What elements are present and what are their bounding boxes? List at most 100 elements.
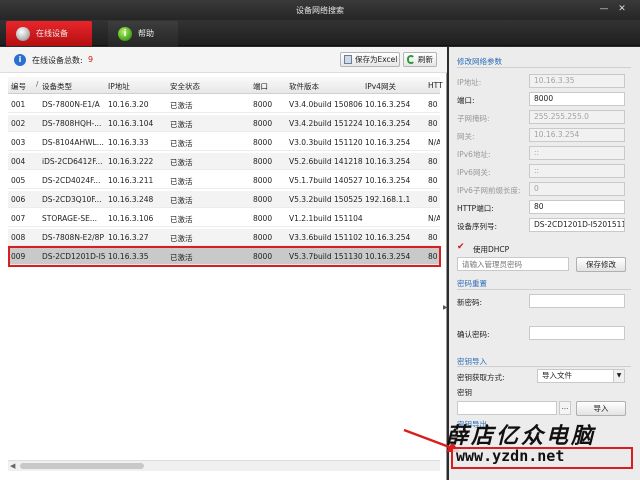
minimize-button[interactable]: — <box>598 4 610 15</box>
close-button[interactable]: ✕ <box>616 4 628 15</box>
network-field-input: 10.16.3.35 <box>529 74 625 88</box>
cell-gateway: 10.16.3.254 <box>365 157 411 166</box>
network-field-input: 10.16.3.254 <box>529 128 625 142</box>
divider <box>457 289 631 290</box>
network-field-input[interactable]: 8000 <box>529 92 625 106</box>
info-icon: i <box>14 54 26 66</box>
browse-button[interactable]: ... <box>559 401 571 415</box>
cell-id: 002 <box>11 119 26 128</box>
tab-help-label: 帮助 <box>138 29 154 38</box>
cell-firmware: V5.1.7build 140527 <box>289 176 363 185</box>
network-field-label: 设备序列号: <box>457 222 498 231</box>
cell-ip: 10.16.3.20 <box>108 100 149 109</box>
col-header-security[interactable]: 安全状态 <box>170 81 250 92</box>
excel-icon <box>344 55 352 64</box>
cell-port: 8000 <box>253 100 273 109</box>
cell-port: 8000 <box>253 176 273 185</box>
network-field-input[interactable]: 80 <box>529 200 625 214</box>
cell-gateway: 10.16.3.254 <box>365 100 411 109</box>
cell-id: 007 <box>11 214 26 223</box>
col-header-port[interactable]: 端口 <box>253 81 286 92</box>
new-password-label: 新密码: <box>457 298 483 307</box>
dhcp-checkbox[interactable]: ✔ <box>457 242 465 252</box>
scrollbar-thumb[interactable] <box>20 463 144 469</box>
table-row[interactable]: 005 DS-2CD4024F... 10.16.3.211 已激活 8000 V5.1.… <box>8 172 440 189</box>
cell-device-type: iDS-2CD6412F... <box>42 157 103 166</box>
cell-gateway: 10.16.3.254 <box>365 176 411 185</box>
cell-ip: 10.16.3.211 <box>108 176 154 185</box>
cell-gateway: 10.16.3.254 <box>365 119 411 128</box>
col-header-gateway[interactable]: IPv4网关 <box>365 81 427 92</box>
network-field-label: 子网掩码: <box>457 114 490 123</box>
refresh-button[interactable]: 刷新 <box>403 52 437 67</box>
confirm-password-input[interactable] <box>529 326 625 340</box>
cell-security: 已激活 <box>170 177 193 186</box>
selected-row-highlight <box>8 246 441 267</box>
table-row[interactable]: 001 DS-7800N-E1/A 10.16.3.20 已激活 8000 V3.4.0b… <box>8 96 440 113</box>
cell-firmware: V3.3.6build 151102 <box>289 233 363 242</box>
network-field-label: IPv6地址: <box>457 150 491 159</box>
cell-http: 80 <box>428 157 438 166</box>
cell-security: 已激活 <box>170 196 193 205</box>
watermark-name: 薛店亿众电脑 <box>446 423 597 449</box>
key-mode-label: 密钥获取方式: <box>457 373 505 382</box>
table-row[interactable]: 007 STORAGE-SE... 10.16.3.106 已激活 8000 V1.2.1… <box>8 210 440 227</box>
device-search-icon <box>16 27 30 41</box>
admin-password-input[interactable] <box>457 257 569 271</box>
cell-gateway: 10.16.3.254 <box>365 233 411 242</box>
key-mode-select[interactable]: 导入文件 ▼ <box>537 369 625 383</box>
chevron-down-icon[interactable]: ▼ <box>613 370 624 382</box>
password-reset-title: 密码重置 <box>457 279 487 288</box>
tab-online-devices[interactable]: 在线设备 <box>6 21 92 46</box>
col-header-firmware[interactable]: 软件版本 <box>289 81 363 92</box>
cell-security: 已激活 <box>170 215 193 224</box>
new-password-input[interactable] <box>529 294 625 308</box>
cell-http: 80 <box>428 233 438 242</box>
network-section-title: 修改网络参数 <box>457 57 502 66</box>
cell-id: 001 <box>11 100 26 109</box>
info-icon: i <box>118 27 132 41</box>
divider <box>457 67 631 68</box>
horizontal-scrollbar[interactable]: ◀ <box>8 460 440 471</box>
cell-http: 80 <box>428 195 438 204</box>
table-row[interactable]: 002 DS-7808HQH-... 10.16.3.104 已激活 8000 V3.4.… <box>8 115 440 132</box>
network-field-input: :: <box>529 146 625 160</box>
tab-help[interactable]: i 帮助 <box>108 21 178 46</box>
cell-security: 已激活 <box>170 139 193 148</box>
col-header-http[interactable]: HTT <box>428 81 443 90</box>
cell-ip: 10.16.3.222 <box>108 157 154 166</box>
key-file-input[interactable] <box>457 401 557 415</box>
network-field-label: 网关: <box>457 132 475 141</box>
cell-ip: 10.16.3.106 <box>108 214 154 223</box>
table-row[interactable]: 004 iDS-2CD6412F... 10.16.3.222 已激活 8000 V5.2… <box>8 153 440 170</box>
network-field-label: HTTP端口: <box>457 204 494 213</box>
import-button[interactable]: 导入 <box>576 401 626 416</box>
cell-security: 已激活 <box>170 234 193 243</box>
cell-security: 已激活 <box>170 158 193 167</box>
dhcp-label: 使用DHCP <box>473 245 510 254</box>
cell-port: 8000 <box>253 195 273 204</box>
network-field-label: IP地址: <box>457 78 482 87</box>
cell-port: 8000 <box>253 157 273 166</box>
network-field-input[interactable]: DS-2CD1201D-I52015110 <box>529 218 625 232</box>
table-row[interactable]: 003 DS-8104AHWL... 10.16.3.33 已激活 8000 V3.0.3… <box>8 134 440 151</box>
cell-device-type: DS-7808N-E2/8P <box>42 233 104 242</box>
table-row[interactable]: 006 DS-2CD3Q10F... 10.16.3.248 已激活 8000 V5.3.… <box>8 191 440 208</box>
save-changes-button[interactable]: 保存修改 <box>576 257 626 272</box>
cell-port: 8000 <box>253 233 273 242</box>
col-header-id[interactable]: 编号 <box>11 81 39 92</box>
cell-port: 8000 <box>253 214 273 223</box>
table-row[interactable]: 008 DS-7808N-E2/8P 10.16.3.27 已激活 8000 V3.3.6… <box>8 229 440 246</box>
export-excel-label: 保存为Excel <box>355 55 398 64</box>
col-header-ip[interactable]: IP地址 <box>108 81 168 92</box>
col-header-device-type[interactable]: 设备类型 <box>42 81 106 92</box>
panel-splitter-icon[interactable]: ▶ <box>443 304 448 311</box>
export-excel-button[interactable]: 保存为Excel <box>340 52 400 67</box>
cell-http: N/A <box>428 214 440 223</box>
scroll-left-icon[interactable]: ◀ <box>10 462 15 470</box>
network-field-input: 0 <box>529 182 625 196</box>
total-devices-count: 9 <box>88 55 94 64</box>
cell-security: 已激活 <box>170 101 193 110</box>
cell-http: 80 <box>428 100 438 109</box>
cell-firmware: V1.2.1build 151104 <box>289 214 363 223</box>
